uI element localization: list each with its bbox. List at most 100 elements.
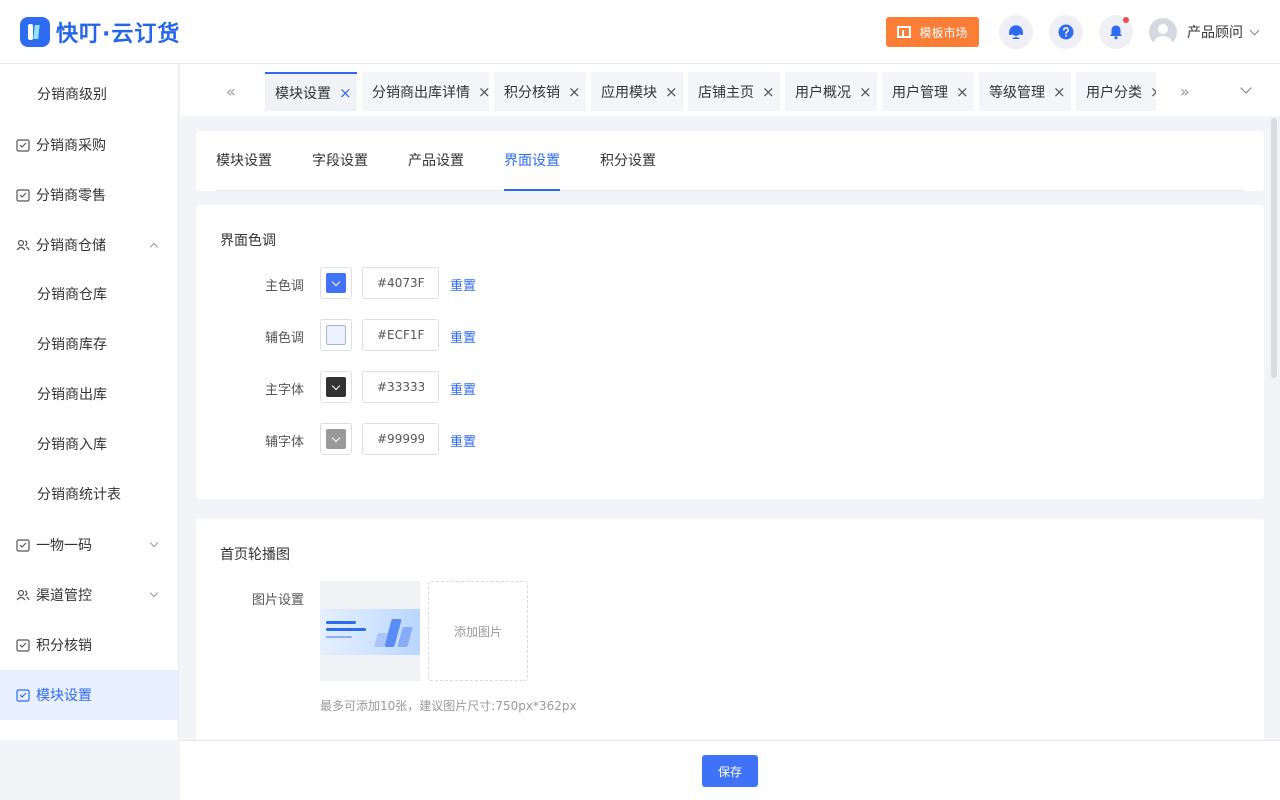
primary-font-color-label: 主字体 — [264, 383, 304, 398]
settings-subtabs: 模块设置 字段设置 产品设置 界面设置 积分设置 — [216, 131, 1244, 191]
content-scrollbar[interactable] — [1271, 118, 1277, 378]
tab-label: 模块设置 — [275, 85, 331, 102]
sidebar-item-distributor-retail[interactable]: 分销商零售 — [0, 170, 178, 220]
chevron-down-icon — [331, 277, 341, 286]
sidebar-item-channel-control[interactable]: 渠道管控 — [0, 570, 178, 620]
subtab-points-settings[interactable]: 积分设置 — [600, 131, 656, 191]
close-icon[interactable]: × — [568, 83, 581, 101]
sidebar-item-distributor-warehouse[interactable]: 分销商仓库 — [0, 269, 178, 319]
close-icon[interactable]: × — [859, 83, 872, 101]
primary-color-reset-link[interactable]: 重置 — [450, 275, 476, 294]
tab-user-category[interactable]: 用户分类 × — [1076, 72, 1156, 111]
user-menu[interactable]: 产品顾问 — [1149, 18, 1260, 46]
section-title-color-theme: 界面色调 — [220, 233, 276, 249]
close-icon[interactable]: × — [478, 83, 491, 101]
tab-label: 等级管理 — [989, 84, 1045, 101]
color-swatch — [326, 325, 346, 345]
sidebar-item-label: 分销商出库 — [37, 387, 107, 403]
tab-store-home[interactable]: 店铺主页 × — [688, 72, 780, 111]
chevron-up-icon — [149, 242, 159, 252]
color-swatch — [326, 273, 346, 293]
image-size-hint: 最多可添加10张，建议图片尺寸:750px*362px — [320, 699, 577, 713]
help-button[interactable] — [1049, 15, 1083, 49]
sidebar-item-distributor-purchase[interactable]: 分销商采购 — [0, 120, 178, 170]
sidebar-item-distributor-outbound[interactable]: 分销商出库 — [0, 369, 178, 419]
tab-points-redemption[interactable]: 积分核销 × — [494, 72, 586, 111]
logo-mark-icon — [20, 17, 50, 47]
secondary-font-color-picker[interactable] — [320, 423, 352, 455]
tabs-next-icon[interactable]: » — [1180, 82, 1190, 101]
sidebar-item-label: 分销商库存 — [37, 337, 107, 353]
subtab-product-settings[interactable]: 产品设置 — [408, 131, 464, 191]
sidebar-item-label: 分销商采购 — [36, 138, 106, 154]
primary-font-color-reset-link[interactable]: 重置 — [450, 379, 476, 398]
users-icon — [16, 239, 30, 251]
tab-app-modules[interactable]: 应用模块 × — [591, 72, 683, 111]
color-swatch — [326, 429, 346, 449]
calendar-icon — [16, 539, 30, 552]
primary-color-input[interactable] — [362, 267, 439, 299]
sidebar-item-distributor-level[interactable]: 分销商级别 — [0, 69, 178, 119]
sidebar-item-one-item-one-code[interactable]: 一物一码 — [0, 520, 178, 570]
sidebar-item-label: 分销商零售 — [36, 188, 106, 204]
secondary-color-picker[interactable] — [320, 319, 352, 351]
subtab-interface-settings[interactable]: 界面设置 — [504, 131, 560, 191]
chevron-down-icon — [1249, 25, 1260, 35]
secondary-font-color-input[interactable] — [362, 423, 439, 455]
add-image-label: 添加图片 — [453, 624, 502, 639]
sidebar-item-label: 分销商仓储 — [36, 238, 106, 254]
template-market-button[interactable]: 模板市场 — [886, 17, 979, 47]
sidebar-item-label: 分销商统计表 — [37, 487, 121, 503]
sidebar-item-distributor-warehousing[interactable]: 分销商仓储 — [0, 220, 178, 270]
tabs-prev-icon[interactable]: « — [226, 82, 236, 101]
chevron-down-icon — [149, 538, 159, 548]
tab-module-settings[interactable]: 模块设置 × — [265, 72, 357, 111]
primary-color-picker[interactable] — [320, 267, 352, 299]
tab-level-management[interactable]: 等级管理 × — [979, 72, 1071, 111]
add-image-button[interactable]: 添加图片 — [428, 581, 528, 681]
tab-label: 用户分类 — [1086, 84, 1142, 101]
close-icon[interactable]: × — [339, 84, 352, 102]
primary-font-color-picker[interactable] — [320, 371, 352, 403]
secondary-font-color-reset-link[interactable]: 重置 — [450, 431, 476, 450]
open-tabs-bar: « 模块设置 × 分销商出库详情 × 积分核销 × 应用模块 × 店铺主页 × … — [180, 64, 1280, 116]
image-settings-label: 图片设置 — [251, 593, 304, 608]
sidebar-item-points-redemption[interactable]: 积分核销 — [0, 620, 178, 670]
sidebar-item-distributor-statistics[interactable]: 分销商统计表 — [0, 469, 178, 519]
tab-label: 分销商出库详情 — [372, 84, 470, 101]
subtab-field-settings[interactable]: 字段设置 — [312, 131, 368, 191]
customer-service-icon — [1009, 25, 1023, 39]
close-icon[interactable]: × — [1150, 83, 1156, 101]
home-carousel-card: 首页轮播图 图片设置 添加图片 最多可添加10张，建议图片尺寸:750px*36… — [196, 519, 1264, 749]
sidebar-item-distributor-inventory[interactable]: 分销商库存 — [0, 319, 178, 369]
tab-label: 应用模块 — [601, 84, 657, 101]
sidebar-item-label: 渠道管控 — [36, 588, 92, 604]
tab-distributor-outbound-detail[interactable]: 分销商出库详情 × — [362, 72, 491, 111]
save-button[interactable]: 保存 — [702, 755, 758, 787]
subtab-module-settings[interactable]: 模块设置 — [216, 131, 272, 191]
banner-text-line — [326, 621, 356, 624]
tab-user-management[interactable]: 用户管理 × — [882, 72, 974, 111]
sidebar-item-module-settings[interactable]: 模块设置 — [0, 670, 178, 720]
color-swatch — [326, 377, 346, 397]
secondary-font-color-label: 辅字体 — [264, 435, 304, 450]
calendar-icon — [16, 639, 30, 652]
sidebar-item-label: 模块设置 — [36, 688, 92, 704]
primary-font-color-input[interactable] — [362, 371, 439, 403]
close-icon[interactable]: × — [762, 83, 775, 101]
tab-label: 积分核销 — [504, 84, 560, 101]
close-icon[interactable]: × — [956, 83, 969, 101]
secondary-color-input[interactable] — [362, 319, 439, 351]
carousel-image-thumbnail[interactable] — [320, 581, 420, 681]
secondary-color-reset-link[interactable]: 重置 — [450, 327, 476, 346]
close-icon[interactable]: × — [665, 83, 678, 101]
customer-service-button[interactable] — [999, 15, 1033, 49]
tabs-menu-chevron-icon[interactable] — [1240, 82, 1252, 94]
sidebar-item-distributor-inbound[interactable]: 分销商入库 — [0, 419, 178, 469]
close-icon[interactable]: × — [1053, 83, 1066, 101]
app-logo[interactable]: 快叮·云订货 — [20, 17, 180, 47]
notification-button[interactable] — [1099, 15, 1133, 49]
app-logo-text: 快叮·云订货 — [56, 22, 181, 47]
tab-user-overview[interactable]: 用户概况 × — [785, 72, 877, 111]
chevron-down-icon — [331, 381, 341, 390]
